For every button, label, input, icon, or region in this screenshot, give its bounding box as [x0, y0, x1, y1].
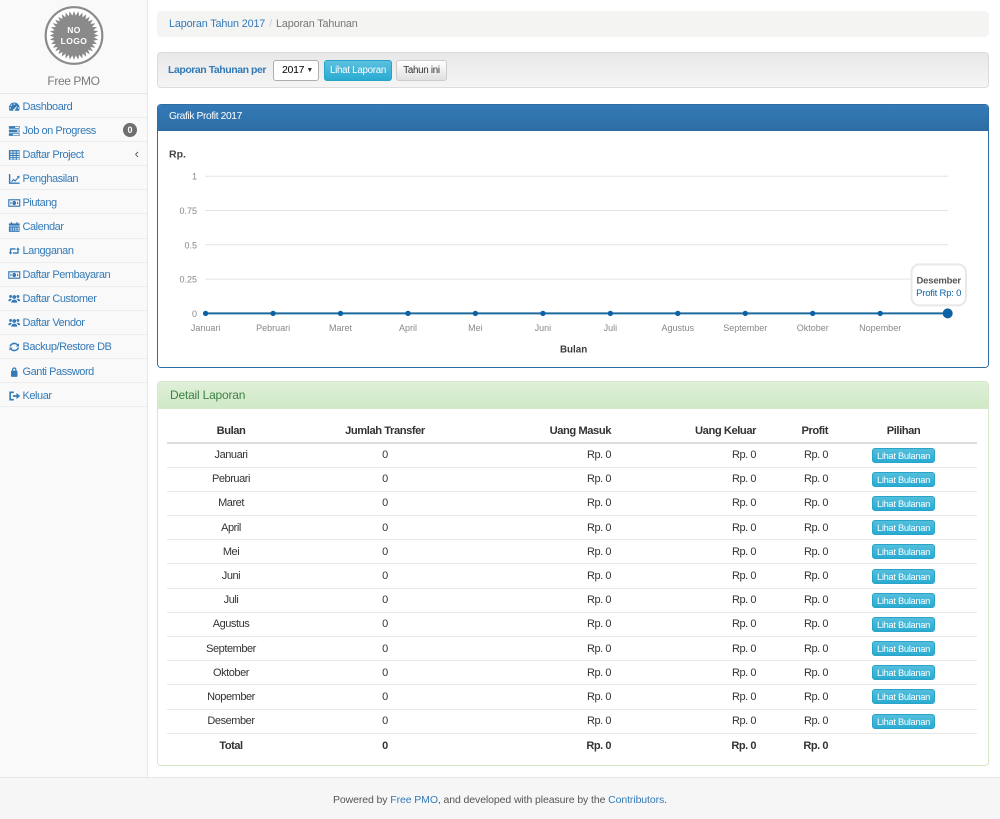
svg-text:Maret: Maret [329, 323, 353, 333]
svg-text:NO: NO [67, 25, 81, 35]
svg-text:Juni: Juni [535, 323, 552, 333]
svg-text:Pebruari: Pebruari [256, 323, 290, 333]
svg-text:0.25: 0.25 [179, 275, 197, 285]
svg-text:Juli: Juli [604, 323, 618, 333]
svg-text:Desember: Desember [917, 275, 962, 286]
svg-text:0: 0 [192, 309, 197, 319]
svg-text:Rp.: Rp. [169, 149, 186, 161]
svg-text:1: 1 [192, 172, 197, 182]
svg-text:Mei: Mei [468, 323, 483, 333]
svg-text:September: September [723, 323, 767, 333]
svg-text:Bulan: Bulan [560, 344, 587, 355]
svg-text:Nopember: Nopember [859, 323, 901, 333]
svg-text:Agustus: Agustus [662, 323, 695, 333]
svg-text:Profit Rp: 0: Profit Rp: 0 [916, 288, 961, 299]
svg-text:Oktober: Oktober [797, 323, 829, 333]
svg-text:LOGO: LOGO [60, 36, 87, 46]
svg-text:April: April [399, 323, 417, 333]
svg-text:0.5: 0.5 [184, 240, 197, 250]
svg-text:Januari: Januari [191, 323, 221, 333]
svg-text:0.75: 0.75 [179, 206, 197, 216]
